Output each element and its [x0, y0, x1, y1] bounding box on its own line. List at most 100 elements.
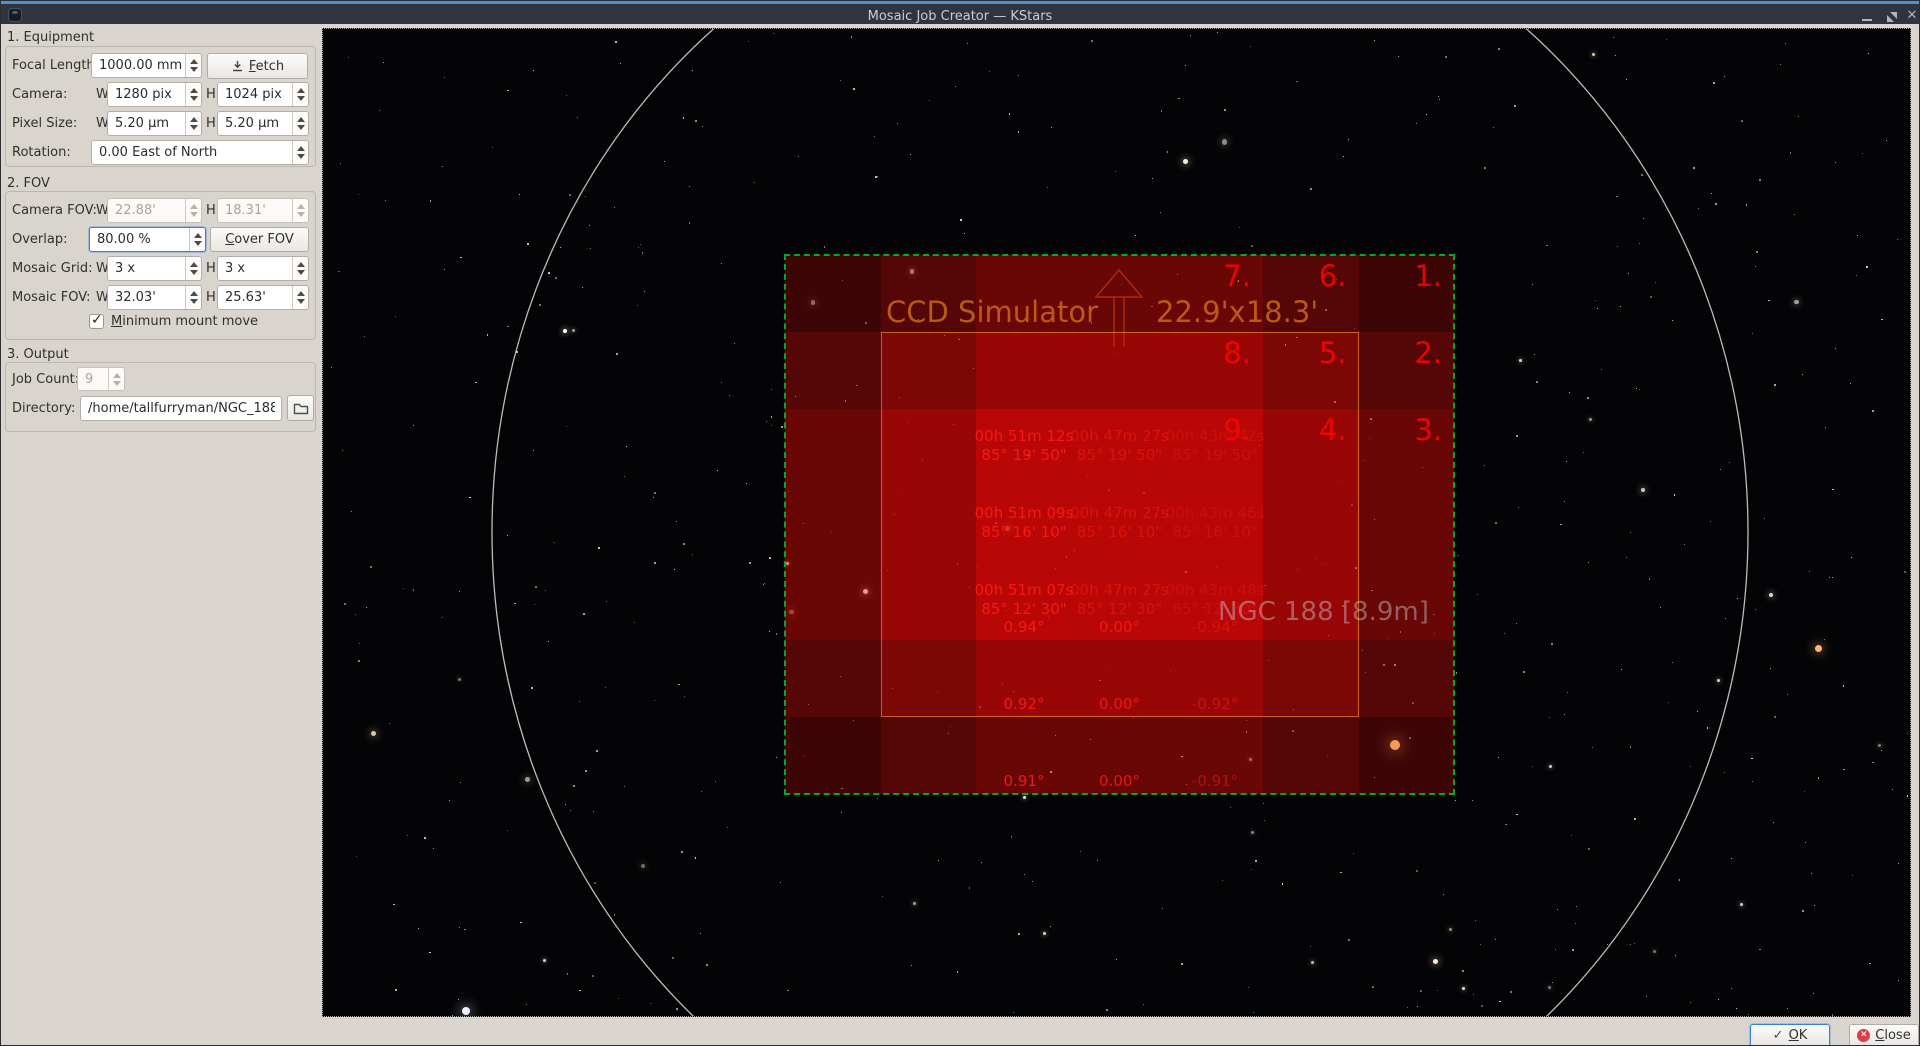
tile-rotation-angle: 0.00° [1075, 772, 1165, 790]
camera-label: Camera: [12, 82, 67, 107]
camera-width-spinbox[interactable] [107, 82, 202, 107]
spin-down-icon[interactable] [297, 96, 305, 101]
close-icon: ✕ [1907, 8, 1918, 23]
minimum-mount-move-label[interactable]: Minimum mount move [111, 314, 258, 329]
tile-number: 9. [1203, 413, 1251, 447]
spin-up-icon[interactable] [190, 262, 198, 267]
mosaic-grid-height-spinbox[interactable] [217, 256, 309, 281]
section-title-equipment: 1. Equipment [7, 30, 94, 45]
spin-down-icon[interactable] [190, 125, 198, 130]
spin-up-icon [297, 204, 305, 209]
browse-directory-button[interactable] [287, 395, 314, 421]
spin-down-icon[interactable] [190, 67, 198, 72]
spin-down-icon[interactable] [190, 96, 198, 101]
spin-down-icon[interactable] [190, 299, 198, 304]
pixel-width-spinbox[interactable] [107, 111, 202, 136]
rotation-input[interactable] [92, 141, 308, 164]
minimize-button[interactable] [1855, 7, 1879, 26]
section-title-fov: 2. FOV [7, 176, 50, 191]
ok-button[interactable]: ✓ OK [1750, 1024, 1830, 1046]
camera-fov-height-spinbox [217, 198, 309, 223]
spin-down-icon[interactable] [297, 125, 305, 130]
tile-number: 1. [1394, 259, 1442, 293]
mosaic-fov-height-spin-buttons[interactable] [292, 286, 308, 309]
tile-number: 7. [1203, 259, 1251, 293]
mosaic-grid-width-spin-buttons[interactable] [185, 257, 201, 280]
sky-map[interactable]: 1.00h 43m 42s85° 19' 50"-0.94°2.00h 43m … [322, 28, 1911, 1017]
spin-down-icon[interactable] [194, 241, 202, 246]
spin-down-icon [297, 212, 305, 217]
camera-height-spinbox[interactable] [217, 82, 309, 107]
focal-length-spinbox[interactable] [91, 53, 202, 78]
cover-fov-button-label: Cover FOV [225, 232, 294, 247]
spin-up-icon[interactable] [194, 233, 202, 238]
spin-up-icon[interactable] [190, 117, 198, 122]
mosaic-fov-width-spin-buttons[interactable] [185, 286, 201, 309]
spin-down-icon[interactable] [297, 299, 305, 304]
mosaic-fov-label: Mosaic FOV: [12, 285, 91, 310]
camera-h-label: H [206, 82, 216, 107]
spin-up-icon[interactable] [190, 88, 198, 93]
mosaic-fov-h-label: H [206, 285, 216, 310]
spin-up-icon[interactable] [190, 291, 198, 296]
spin-up-icon[interactable] [297, 262, 305, 267]
fov-device-label: CCD Simulator [886, 295, 1098, 329]
mosaic-fov-height-spinbox[interactable] [217, 285, 309, 310]
tile-ra: 00h 51m 12s [944, 427, 1104, 446]
spin-down-icon[interactable] [297, 154, 305, 159]
tile-coordinates: 00h 51m 07s85° 12' 30" [944, 581, 1104, 619]
spin-down-icon [113, 381, 121, 386]
camera-width-spin-buttons[interactable] [185, 83, 201, 106]
pixel-h-label: H [206, 111, 216, 136]
pixel-width-spin-buttons[interactable] [185, 112, 201, 135]
mosaic-grid-h-label: H [206, 256, 216, 281]
close-button[interactable]: ✕ [1900, 7, 1920, 26]
rotation-spinbox[interactable] [91, 140, 309, 165]
cover-fov-button[interactable]: Cover FOV [210, 227, 309, 252]
spin-up-icon[interactable] [297, 88, 305, 93]
spin-down-icon[interactable] [190, 270, 198, 275]
spin-down-icon[interactable] [297, 270, 305, 275]
ok-button-label: OK [1789, 1028, 1808, 1043]
tile-number: 5. [1299, 336, 1347, 370]
focal-length-spin-buttons[interactable] [185, 54, 201, 77]
fetch-button[interactable]: Fetch [207, 53, 308, 79]
tile-rotation-angle: 0.92° [979, 695, 1069, 713]
rotation-spin-buttons[interactable] [292, 141, 308, 164]
tile-number: 3. [1394, 413, 1442, 447]
spin-up-icon[interactable] [297, 146, 305, 151]
tile-number: 2. [1394, 336, 1442, 370]
focal-length-label: Focal Length: [12, 53, 99, 78]
camera-height-spin-buttons[interactable] [292, 83, 308, 106]
tile-dec: 85° 12' 30" [944, 600, 1104, 619]
tile-rotation-angle: 0.00° [1075, 618, 1165, 636]
directory-input[interactable] [81, 397, 281, 420]
pixel-size-label: Pixel Size: [12, 111, 77, 136]
minimum-mount-move-checkbox[interactable]: ✓ [89, 314, 104, 329]
ok-check-icon: ✓ [1773, 1028, 1784, 1043]
close-button-label: Close [1875, 1028, 1910, 1043]
close-dialog-button[interactable]: ✕ Close [1849, 1024, 1919, 1046]
tile-number: 4. [1299, 413, 1347, 447]
mosaic-fov-width-spinbox[interactable] [107, 285, 202, 310]
directory-field[interactable] [80, 396, 282, 421]
overlap-spinbox[interactable] [89, 227, 206, 252]
spin-up-icon [113, 373, 121, 378]
spin-up-icon[interactable] [297, 291, 305, 296]
mosaic-grid-width-spinbox[interactable] [107, 256, 202, 281]
titlebar[interactable]: Mosaic Job Creator — KStars ✕ [1, 1, 1919, 24]
mosaic-grid-height-spin-buttons[interactable] [292, 257, 308, 280]
overlap-spin-buttons[interactable] [189, 228, 205, 251]
tile-number: 6. [1299, 259, 1347, 293]
pixel-height-spin-buttons[interactable] [292, 112, 308, 135]
tile-rotation-angle: -0.92° [1170, 695, 1260, 713]
pixel-height-spinbox[interactable] [217, 111, 309, 136]
tile-dec: 85° 19' 50" [944, 446, 1104, 465]
spin-up-icon[interactable] [190, 59, 198, 64]
tile-rotation-angle: 0.00° [1075, 695, 1165, 713]
checkmark-icon: ✓ [91, 312, 103, 328]
fetch-download-icon [231, 60, 244, 73]
spin-up-icon[interactable] [297, 117, 305, 122]
overlap-input[interactable] [90, 228, 205, 251]
tile-ra: 00h 51m 09s [944, 504, 1104, 523]
